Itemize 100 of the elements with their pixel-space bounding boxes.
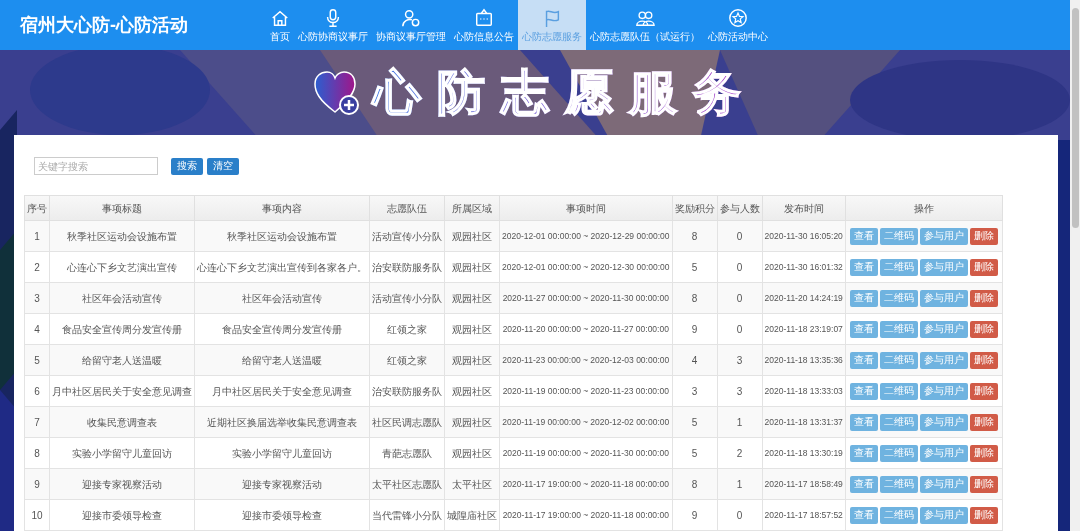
- delete-button[interactable]: 删除: [969, 382, 998, 400]
- view-button[interactable]: 查看: [849, 351, 878, 369]
- table-cell: 2020-11-17 19:00:00 ~ 2020-11-18 00:00:00: [499, 499, 673, 531]
- delete-button[interactable]: 删除: [969, 258, 998, 276]
- table-cell: 社区民调志愿队: [369, 406, 445, 438]
- column-header: 操作: [845, 195, 1003, 221]
- qr-code-button[interactable]: 二维码: [879, 289, 918, 307]
- qr-code-button[interactable]: 二维码: [879, 258, 918, 276]
- nav-tab[interactable]: 心防活动中心: [704, 0, 772, 50]
- participants-button[interactable]: 参与用户: [919, 351, 968, 369]
- nav-tab[interactable]: 首页: [266, 0, 294, 50]
- table-cell: 9: [672, 313, 718, 345]
- qr-code-button[interactable]: 二维码: [879, 382, 918, 400]
- participants-button[interactable]: 参与用户: [919, 320, 968, 338]
- table-cell: 观园社区: [444, 282, 500, 314]
- table-cell: 3: [672, 375, 718, 407]
- nav-tab[interactable]: 协商议事厅管理: [372, 0, 450, 50]
- search-field[interactable]: 关键字搜索: [34, 157, 158, 175]
- view-button[interactable]: 查看: [849, 289, 878, 307]
- delete-button[interactable]: 删除: [969, 413, 998, 431]
- qr-code-button[interactable]: 二维码: [879, 475, 918, 493]
- table-cell: 收集民意调查表: [49, 406, 195, 438]
- delete-button[interactable]: 删除: [969, 506, 998, 524]
- nav-tab[interactable]: 心防协商议事厅: [294, 0, 372, 50]
- column-header: 序号: [24, 195, 50, 221]
- view-button[interactable]: 查看: [849, 506, 878, 524]
- table-cell: 太平社区: [444, 468, 500, 500]
- qr-code-button[interactable]: 二维码: [879, 227, 918, 245]
- table-cell: 观园社区: [444, 313, 500, 345]
- nav-tab[interactable]: 心防信息公告: [450, 0, 518, 50]
- table-cell: 观园社区: [444, 375, 500, 407]
- table-cell: 10: [24, 499, 50, 531]
- table-cell: 2020-11-18 23:19:07: [762, 313, 846, 345]
- table-cell: 2020-11-30 16:01:32: [762, 251, 846, 283]
- participants-button[interactable]: 参与用户: [919, 227, 968, 245]
- qr-code-button[interactable]: 二维码: [879, 444, 918, 462]
- qr-code-button[interactable]: 二维码: [879, 320, 918, 338]
- table-cell: 活动宣传小分队: [369, 282, 445, 314]
- table-cell: 5: [24, 344, 50, 376]
- delete-button[interactable]: 删除: [969, 289, 998, 307]
- view-button[interactable]: 查看: [849, 382, 878, 400]
- view-button[interactable]: 查看: [849, 320, 878, 338]
- qr-code-button[interactable]: 二维码: [879, 351, 918, 369]
- column-header: 事项时间: [499, 195, 673, 221]
- delete-button[interactable]: 删除: [969, 444, 998, 462]
- participants-button[interactable]: 参与用户: [919, 289, 968, 307]
- view-button[interactable]: 查看: [849, 475, 878, 493]
- clear-button[interactable]: 清空: [207, 157, 239, 175]
- participants-button[interactable]: 参与用户: [919, 382, 968, 400]
- table-cell: 观园社区: [444, 344, 500, 376]
- participants-button[interactable]: 参与用户: [919, 258, 968, 276]
- view-button[interactable]: 查看: [849, 444, 878, 462]
- table-cell: 社区年会活动宣传: [49, 282, 195, 314]
- participants-button[interactable]: 参与用户: [919, 444, 968, 462]
- view-button[interactable]: 查看: [849, 258, 878, 276]
- participants-button[interactable]: 参与用户: [919, 506, 968, 524]
- column-header: 事项内容: [194, 195, 370, 221]
- table-cell: 3: [24, 282, 50, 314]
- delete-button[interactable]: 删除: [969, 320, 998, 338]
- table-cell: 2020-11-17 19:00:00 ~ 2020-11-18 00:00:00: [499, 468, 673, 500]
- table-cell: 近期社区换届选举收集民意调查表: [194, 406, 370, 438]
- nav-tab[interactable]: 心防志愿队伍（试运行）: [586, 0, 704, 50]
- table-cell: 2020-11-18 13:31:37: [762, 406, 846, 438]
- table-cell: 观园社区: [444, 251, 500, 283]
- nav-tab[interactable]: 心防志愿服务: [518, 0, 586, 50]
- table-cell: 实验小学留守儿童回访: [194, 437, 370, 469]
- delete-button[interactable]: 删除: [969, 351, 998, 369]
- table-cell: 8: [672, 468, 718, 500]
- table-cell: 迎接专家视察活动: [49, 468, 195, 500]
- view-button[interactable]: 查看: [849, 227, 878, 245]
- table-cell: 实验小学留守儿童回访: [49, 437, 195, 469]
- table-cell: 月中社区居民关于安全意见调查: [194, 375, 370, 407]
- search-button[interactable]: 搜索: [171, 157, 203, 175]
- scrollbar[interactable]: [1070, 0, 1080, 531]
- table-cell: 0: [717, 251, 763, 283]
- table-cell: 2020-11-19 00:00:00 ~ 2020-12-02 00:00:00: [499, 406, 673, 438]
- qr-code-button[interactable]: 二维码: [879, 413, 918, 431]
- table-cell: 迎接市委领导检查: [49, 499, 195, 531]
- table-cell: 5: [672, 437, 718, 469]
- delete-button[interactable]: 删除: [969, 227, 998, 245]
- table-cell: 给留守老人送温暖: [194, 344, 370, 376]
- table-cell: 0: [717, 220, 763, 252]
- participants-button[interactable]: 参与用户: [919, 475, 968, 493]
- delete-button[interactable]: 删除: [969, 475, 998, 493]
- table-cell: 2: [717, 437, 763, 469]
- table-cell: 社区年会活动宣传: [194, 282, 370, 314]
- home-icon: [270, 8, 290, 28]
- people-icon: [635, 8, 655, 28]
- table-cell: 2020-11-19 00:00:00 ~ 2020-11-23 00:00:00: [499, 375, 673, 407]
- notice-board-icon: [474, 8, 494, 28]
- qr-code-button[interactable]: 二维码: [879, 506, 918, 524]
- column-header: 所属区域: [444, 195, 500, 221]
- view-button[interactable]: 查看: [849, 413, 878, 431]
- table-cell: 2020-11-17 18:57:52: [762, 499, 846, 531]
- participants-button[interactable]: 参与用户: [919, 413, 968, 431]
- table-cell: 2020-11-27 00:00:00 ~ 2020-11-30 00:00:00: [499, 282, 673, 314]
- table-cell: 当代雷锋小分队: [369, 499, 445, 531]
- column-header: 志愿队伍: [369, 195, 445, 221]
- table-cell: 2020-11-20 00:00:00 ~ 2020-11-27 00:00:00: [499, 313, 673, 345]
- table-cell: 观园社区: [444, 220, 500, 252]
